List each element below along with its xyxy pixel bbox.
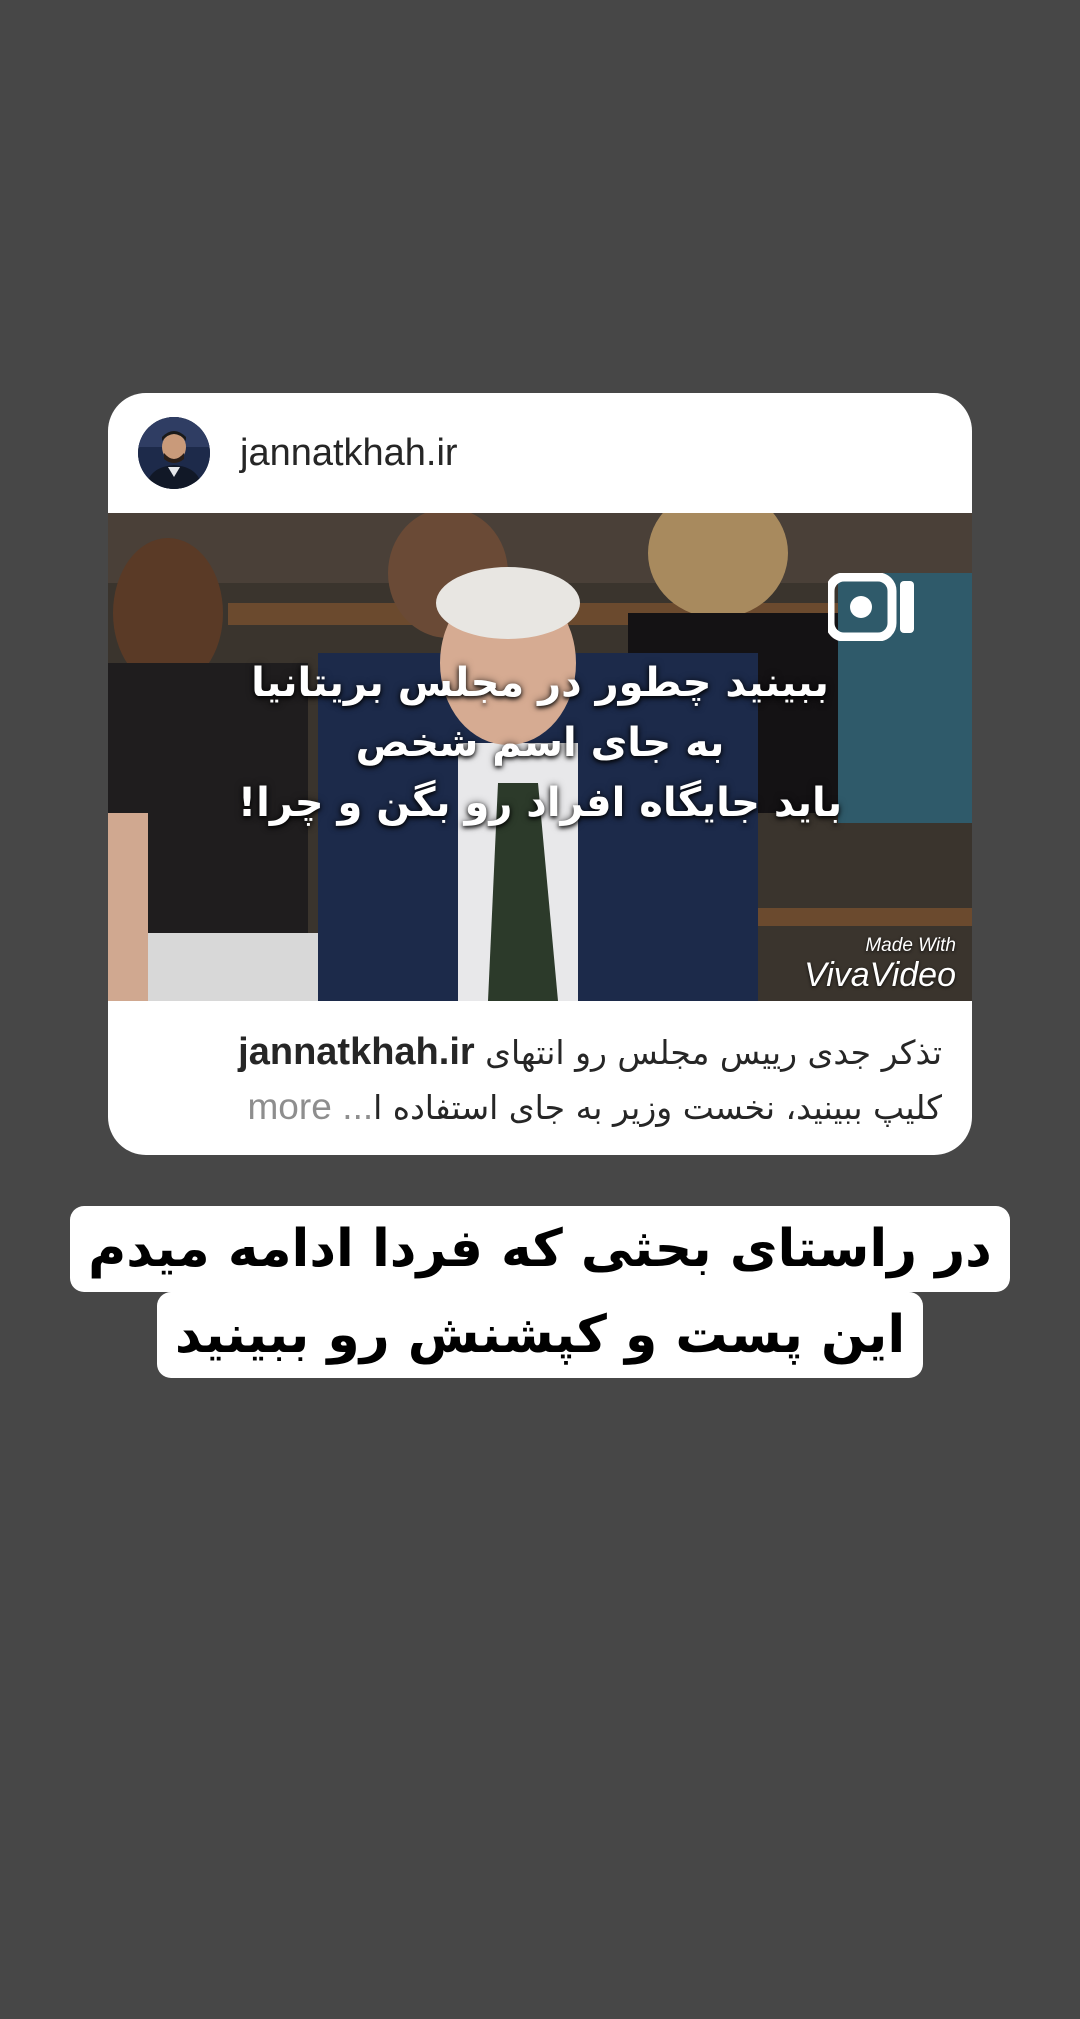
overlay-line: باید جایگاه افراد رو بگن و چرا!	[237, 780, 843, 826]
post-header: jannatkhah.ir	[108, 393, 972, 513]
caption-line-2: کلیپ ببینید، نخست وزیر به جای استفاده ا.…	[138, 1080, 942, 1135]
story-text-line: این پست و کپشنش رو ببینید	[156, 1292, 924, 1378]
caption-line-1: تذکر جدی رییس مجلس رو انتهای jannatkhah.…	[138, 1025, 942, 1080]
watermark-brand: VivaVideo	[804, 956, 956, 994]
story-text-overlay: در راستای بحثی که فردا ادامه میدم این پس…	[60, 1206, 1020, 1378]
caption-username[interactable]: jannatkhah.ir	[238, 1031, 475, 1073]
post-media[interactable]: ببینید چطور در مجلس بریتانیا به جای اسم …	[108, 513, 972, 1001]
caption-text: تذکر جدی رییس مجلس رو انتهای	[485, 1033, 942, 1072]
caption-text: کلیپ ببینید، نخست وزیر به جای استفاده ا	[373, 1088, 942, 1127]
story-text-line: در راستای بحثی که فردا ادامه میدم	[70, 1206, 1010, 1292]
shared-post-card[interactable]: jannatkhah.ir ببینید چطور در مجلس بریتان…	[108, 393, 972, 1155]
avatar[interactable]	[138, 417, 210, 489]
igtv-icon	[828, 573, 914, 641]
overlay-line: ببینید چطور در مجلس بریتانیا	[251, 660, 829, 706]
overlay-line: به جای اسم شخص	[355, 720, 725, 766]
watermark-small-text: Made With	[865, 935, 956, 956]
caption-ellipsis: ...	[342, 1086, 374, 1127]
video-overlay-text: ببینید چطور در مجلس بریتانیا به جای اسم …	[168, 653, 912, 833]
more-link[interactable]: more	[247, 1086, 331, 1127]
post-username[interactable]: jannatkhah.ir	[240, 423, 458, 483]
post-caption: تذکر جدی رییس مجلس رو انتهای jannatkhah.…	[138, 1025, 942, 1135]
vivavideo-watermark: Made With VivaVideo	[804, 935, 956, 993]
